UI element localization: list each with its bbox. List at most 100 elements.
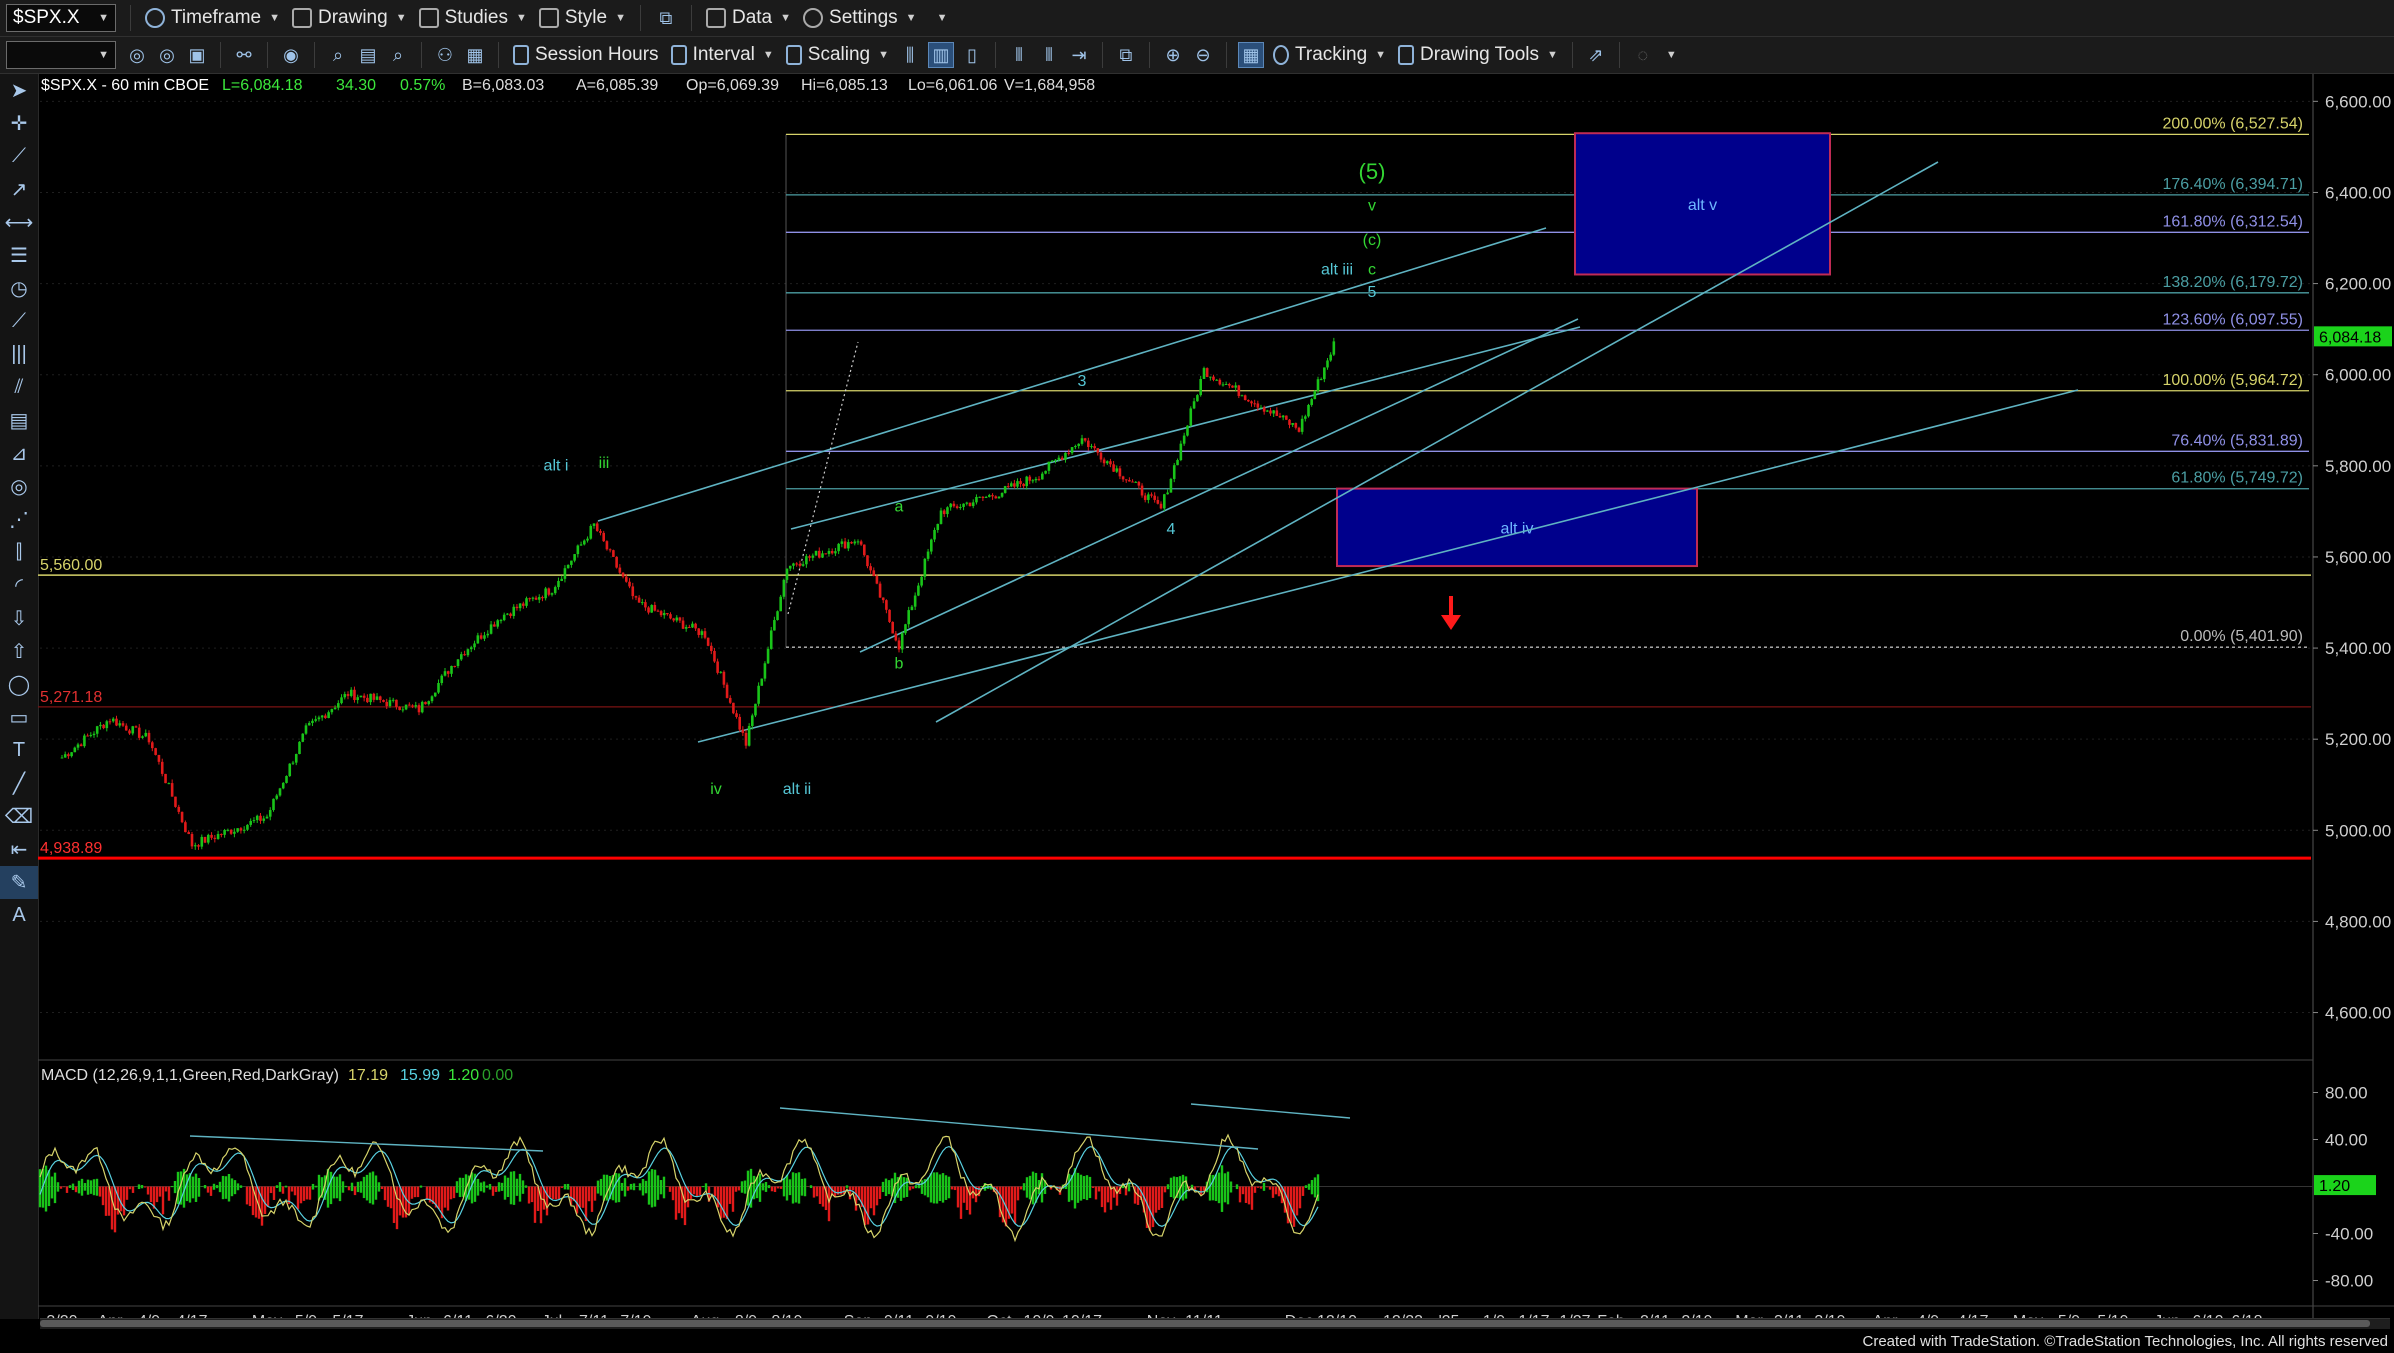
export-icon[interactable]: ⇗: [1584, 43, 1608, 67]
candle-body: [656, 610, 660, 612]
gann-icon[interactable]: ⟋: [0, 305, 38, 338]
candle-body: [1234, 385, 1237, 388]
text-tool-icon[interactable]: T: [0, 734, 38, 767]
snap-icon[interactable]: ⇤: [0, 833, 38, 866]
save-icon[interactable]: ▤: [356, 43, 380, 67]
session-hours-button[interactable]: Session Hours: [507, 40, 665, 70]
ray-icon[interactable]: ↗: [0, 173, 38, 206]
macd-histogram-bar: [275, 1185, 279, 1188]
timeframe-menu[interactable]: Timeframe ▼: [139, 3, 286, 33]
candlestick-icon[interactable]: ▥: [927, 42, 954, 68]
candle-body: [808, 556, 811, 558]
magnify-icon[interactable]: ⌕: [326, 43, 350, 67]
candle-body: [666, 613, 669, 615]
scaling-label: Scaling: [807, 44, 871, 65]
candle-body: [216, 834, 220, 839]
price-chart[interactable]: 6,600.00 6,400.00 6,200.00 6,000.00 5,800.00…: [38, 74, 2394, 1318]
data-menu[interactable]: Data ▼: [700, 3, 797, 33]
pitchfork-icon[interactable]: ⋰: [0, 503, 38, 536]
symbol-input[interactable]: $SPX.X ▼: [6, 4, 116, 32]
zoom-bars-out-icon[interactable]: ⫴: [1037, 43, 1061, 67]
horizontal-line-icon[interactable]: ⟷: [0, 206, 38, 239]
fib-circle-icon[interactable]: ◷: [0, 272, 38, 305]
scroll-end-icon[interactable]: ⇥: [1067, 43, 1091, 67]
fib-retracement-icon[interactable]: ☰: [0, 239, 38, 272]
search-icon[interactable]: ⌕: [386, 43, 410, 67]
refresh-all-icon[interactable]: ◎: [155, 43, 179, 67]
candle-body: [1304, 416, 1307, 419]
macd-histogram-bar: [674, 1186, 678, 1220]
ellipse-icon[interactable]: ◯: [0, 668, 38, 701]
macd-histogram-bar: [605, 1174, 609, 1201]
macd-histogram-bar: [821, 1186, 825, 1207]
macd-histogram-bar: [299, 1186, 303, 1204]
window-icon[interactable]: ▣: [185, 43, 209, 67]
macd-histogram-bar: [1196, 1186, 1200, 1188]
regression-icon[interactable]: ⫽: [0, 371, 38, 404]
link-icon[interactable]: ⚯: [232, 43, 256, 67]
studies-menu[interactable]: Studies ▼: [413, 3, 533, 33]
macd-histogram-bar: [92, 1179, 96, 1196]
crosshair-tool-icon[interactable]: ✛: [0, 107, 38, 140]
more-menu[interactable]: ▼: [923, 3, 954, 33]
macd-histogram-bar: [128, 1186, 132, 1190]
candle-body: [700, 631, 704, 635]
candle-body: [628, 581, 631, 587]
macd-y-tick-label: -80.00: [2325, 1272, 2373, 1291]
vertical-lines-icon[interactable]: |||: [0, 338, 38, 371]
drawing-tools-label: Drawing Tools: [1420, 44, 1540, 65]
ruler-icon[interactable]: ╱: [0, 767, 38, 800]
zoom-out-icon[interactable]: ⊖: [1191, 43, 1215, 67]
hollow-candle-icon[interactable]: ▯: [960, 43, 984, 67]
candle-body: [128, 730, 131, 734]
scrollbar-thumb[interactable]: [40, 1320, 2370, 1327]
candle-body: [637, 597, 641, 603]
candle-body: [881, 597, 885, 601]
zoom-in-icon[interactable]: ⊕: [1161, 43, 1185, 67]
indicator-icon[interactable]: ⚇: [433, 43, 457, 67]
macd-histogram-bar: [704, 1183, 708, 1191]
interval-menu[interactable]: Interval ▼: [665, 40, 780, 70]
cycle-icon[interactable]: ◎: [0, 470, 38, 503]
style-menu[interactable]: Style ▼: [533, 3, 632, 33]
macd-histogram-bar: [800, 1178, 804, 1196]
refresh-icon[interactable]: ◎: [125, 43, 149, 67]
window-layout-icon[interactable]: ⧉: [1114, 43, 1138, 67]
trendline-icon[interactable]: ⟋: [0, 140, 38, 173]
candle-body: [349, 689, 353, 696]
interval-input[interactable]: ▼: [6, 41, 116, 69]
brush-icon[interactable]: ✎: [0, 866, 38, 899]
rectangle-icon[interactable]: ▭: [0, 701, 38, 734]
scaling-menu[interactable]: Scaling ▼: [780, 40, 895, 70]
eraser-icon[interactable]: ⌫: [0, 800, 38, 833]
candle-body: [291, 762, 295, 764]
speedline-icon[interactable]: ⊿: [0, 437, 38, 470]
globe-icon[interactable]: ◉: [279, 43, 303, 67]
tracking-menu[interactable]: Tracking ▼: [1267, 40, 1392, 70]
candle-body: [1099, 452, 1103, 460]
chat-icon[interactable]: ◌: [1631, 43, 1655, 67]
arrow-up-icon[interactable]: ⇧: [0, 635, 38, 668]
drawing-tools-menu[interactable]: Drawing Tools ▼: [1392, 40, 1564, 70]
horizontal-scrollbar[interactable]: [40, 1318, 2390, 1329]
chevron-down-icon[interactable]: ▼: [1666, 49, 1677, 61]
candle-body: [298, 741, 301, 755]
zoom-bars-icon[interactable]: ⫴: [1007, 43, 1031, 67]
grid-icon[interactable]: ▦: [1237, 42, 1264, 68]
chart-layout-icon[interactable]: ⧉: [652, 6, 680, 30]
drawing-menu[interactable]: Drawing ▼: [286, 3, 413, 33]
arrow-down-icon[interactable]: ⇩: [0, 602, 38, 635]
bar-type-icon[interactable]: ⫼: [898, 43, 922, 67]
arc-icon[interactable]: ◜: [0, 569, 38, 602]
style-label: Style: [564, 7, 608, 28]
settings-menu[interactable]: Settings ▼: [797, 3, 923, 33]
candle-body: [541, 597, 544, 599]
candle-body: [936, 523, 940, 530]
analysis-icon[interactable]: ▦: [463, 43, 487, 67]
grid-tool-icon[interactable]: ▤: [0, 404, 38, 437]
candle-body: [1016, 481, 1019, 487]
andrews-icon[interactable]: ⫿: [0, 536, 38, 569]
text-color-icon[interactable]: A: [0, 899, 38, 932]
pointer-icon[interactable]: ➤: [0, 74, 38, 107]
fib-level-label: 200.00% (6,527.54): [2162, 115, 2303, 132]
